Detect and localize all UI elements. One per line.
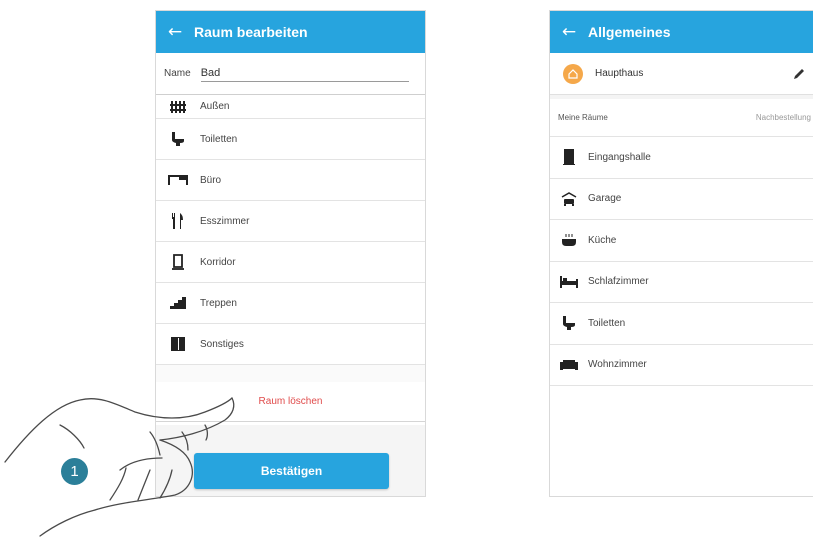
room-label: Küche <box>588 234 617 246</box>
room-label: Eingangshalle <box>588 151 651 163</box>
room-type-label: Esszimmer <box>200 215 250 227</box>
room-item[interactable]: Toiletten <box>550 303 813 345</box>
section-title: Meine Räume <box>558 113 608 122</box>
app-bar: ← Raum bearbeiten <box>156 11 425 53</box>
other-room-icon <box>156 337 200 351</box>
room-item[interactable]: Wohnzimmer <box>550 345 813 386</box>
room-name-row: Name Bad <box>156 53 425 95</box>
name-label: Name <box>164 68 191 79</box>
room-item[interactable]: Schlafzimmer <box>550 262 813 303</box>
toilet-icon <box>550 316 588 331</box>
desk-icon <box>156 175 200 185</box>
room-label: Toiletten <box>588 317 626 329</box>
delete-room-button[interactable]: Raum löschen <box>156 382 425 422</box>
room-item[interactable]: Eingangshalle <box>550 137 813 179</box>
screen-title: Allgemeines <box>588 24 671 40</box>
room-label: Wohnzimmer <box>588 359 647 371</box>
room-type-item[interactable]: Korridor <box>156 242 425 283</box>
room-label: Schlafzimmer <box>588 276 649 288</box>
house-icon <box>563 63 583 84</box>
confirm-button[interactable]: Bestätigen <box>194 453 389 489</box>
room-type-item[interactable]: Büro <box>156 160 425 201</box>
arrow-left-icon[interactable]: ← <box>550 11 588 53</box>
fence-icon <box>156 100 200 113</box>
house-row[interactable]: Haupthaus <box>550 53 813 95</box>
stairs-icon <box>156 297 200 309</box>
house-name: Haupthaus <box>595 68 644 79</box>
room-name-input[interactable]: Bad <box>200 65 409 82</box>
garage-icon <box>550 191 588 206</box>
app-bar: ← Allgemeines <box>550 11 813 53</box>
door-icon <box>550 149 588 166</box>
room-type-label: Büro <box>200 174 222 186</box>
general-screen: ← Allgemeines Haupthaus Meine Räume Nach… <box>549 10 813 497</box>
arrow-left-icon[interactable]: ← <box>156 11 194 53</box>
room-type-item[interactable]: Außen <box>156 95 425 119</box>
room-item[interactable]: Garage <box>550 179 813 220</box>
cutlery-icon <box>156 213 200 229</box>
pencil-icon[interactable] <box>785 68 813 80</box>
room-type-label: Treppen <box>200 297 237 309</box>
sofa-icon <box>550 359 588 371</box>
room-type-item[interactable]: Esszimmer <box>156 201 425 242</box>
reorder-link[interactable]: Nachbestellung <box>756 113 811 122</box>
my-rooms-header: Meine Räume Nachbestellung <box>550 95 813 137</box>
room-item[interactable]: Küche <box>550 220 813 262</box>
room-type-label: Korridor <box>200 256 236 268</box>
toilet-icon <box>156 132 200 146</box>
lamp-icon <box>156 254 200 270</box>
screen-title: Raum bearbeiten <box>194 24 308 40</box>
room-type-item[interactable]: Treppen <box>156 283 425 324</box>
bed-icon <box>550 275 588 288</box>
room-type-label: Toiletten <box>200 133 238 145</box>
room-type-label: Außen <box>200 101 230 112</box>
room-type-item[interactable]: Toiletten <box>156 119 425 160</box>
step-number-badge: 1 <box>61 458 88 485</box>
my-rooms-list: Eingangshalle Garage Küche Schlafzimmer … <box>550 137 813 386</box>
edit-room-screen: ← Raum bearbeiten Name Bad Außen Toilett… <box>155 10 426 497</box>
room-type-list: Außen Toiletten Büro Esszimmer Korridor <box>156 95 425 365</box>
footer-area: Bestätigen <box>156 425 425 496</box>
spacer <box>156 365 425 382</box>
room-type-item[interactable]: Sonstiges <box>156 324 425 365</box>
room-label: Garage <box>588 193 622 205</box>
room-type-label: Sonstiges <box>200 338 244 350</box>
cooking-pot-icon <box>550 233 588 247</box>
